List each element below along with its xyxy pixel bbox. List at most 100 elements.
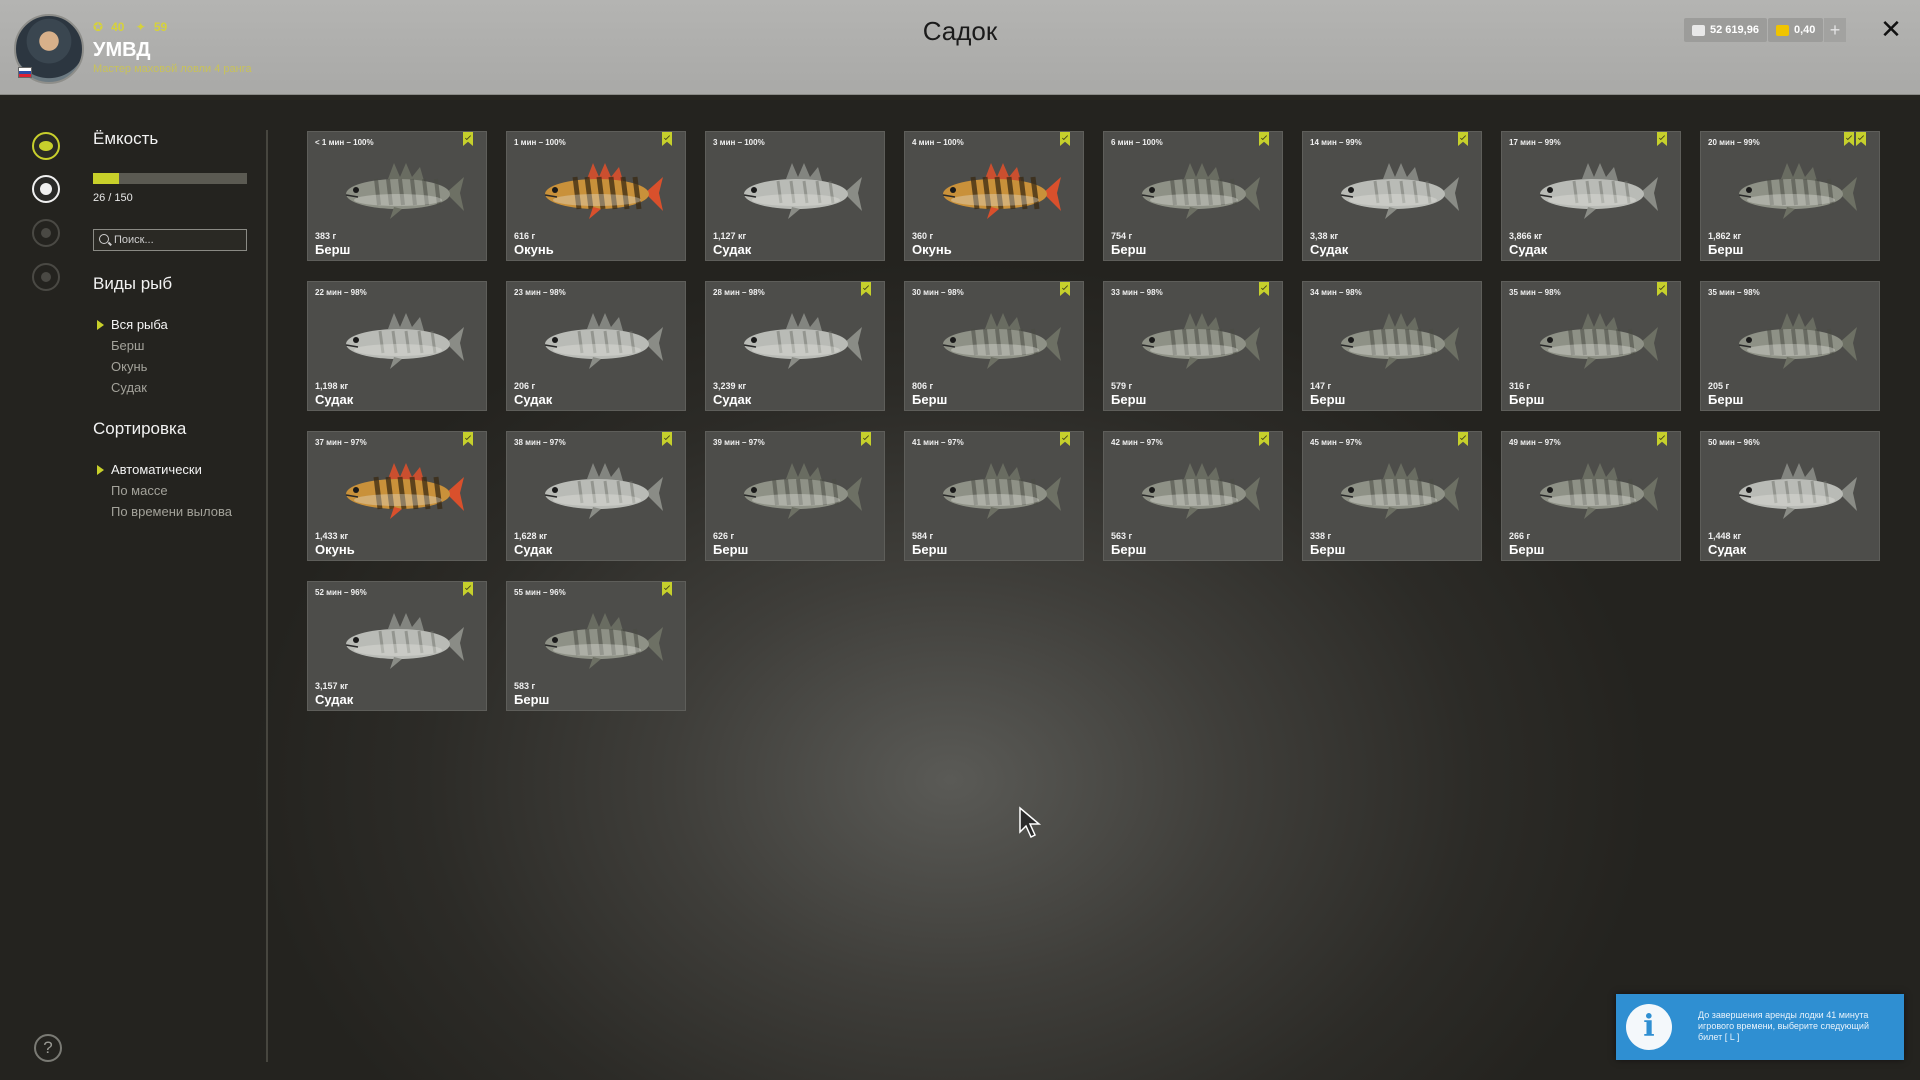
fish-card[interactable]: 14 мин – 99% 3,38 кг Судак (1302, 131, 1482, 261)
bookmark-icon[interactable] (1259, 132, 1269, 146)
fish-species: Берш (1509, 392, 1545, 407)
fish-species: Судак (1708, 542, 1747, 557)
fish-card[interactable]: 38 мин – 97% 1,628 кг Судак (506, 431, 686, 561)
fish-image (1141, 463, 1260, 519)
bookmark-icon[interactable] (662, 432, 672, 446)
search-input[interactable]: Поиск... (93, 229, 247, 251)
bookmark-icon[interactable] (1259, 282, 1269, 296)
fish-weight: 579 г (1111, 381, 1133, 391)
fish-card[interactable]: 49 мин – 97% 266 г Берш (1501, 431, 1681, 561)
catch-time-quality: 14 мин – 99% (1310, 138, 1362, 147)
silver-amount: 52 619,96 (1710, 24, 1759, 36)
fish-card[interactable]: 50 мин – 96% 1,448 кг Судак (1700, 431, 1880, 561)
fish-card[interactable]: 42 мин – 97% 563 г Берш (1103, 431, 1283, 561)
fish-weight: 206 г (514, 381, 536, 391)
bookmark-icon[interactable] (1458, 132, 1468, 146)
fish-weight: 383 г (315, 231, 337, 241)
fish-card[interactable]: 23 мин – 98% 206 г Судак (506, 281, 686, 411)
close-button[interactable]: ✕ (1876, 14, 1906, 44)
bookmark-icon[interactable] (1657, 432, 1667, 446)
bookmark-icon[interactable] (463, 582, 473, 596)
mouse-cursor-icon (1019, 806, 1042, 839)
species-filter-title: Виды рыб (93, 274, 173, 293)
add-currency-button[interactable]: + (1824, 18, 1846, 42)
bookmark-icon[interactable] (861, 432, 871, 446)
fish-image (1141, 163, 1260, 219)
fish-card[interactable]: 28 мин – 98% 3,239 кг Судак (705, 281, 885, 411)
bookmark-icon[interactable] (1060, 432, 1070, 446)
fish-card[interactable]: 34 мин – 98% 147 г Берш (1302, 281, 1482, 411)
fish-weight: 1,448 кг (1708, 531, 1742, 541)
catch-time-quality: 34 мин – 98% (1310, 288, 1362, 297)
catch-time-quality: 37 мин – 97% (315, 438, 367, 447)
fish-card[interactable]: 4 мин – 100% 360 г Окунь (904, 131, 1084, 261)
fish-card[interactable]: 35 мин – 98% 205 г Берш (1700, 281, 1880, 411)
bookmark-icon[interactable] (1856, 132, 1866, 146)
fish-card[interactable]: 45 мин – 97% 338 г Берш (1302, 431, 1482, 561)
help-icon[interactable]: ? (34, 1034, 62, 1062)
fish-image (345, 163, 464, 219)
fish-card[interactable]: 33 мин – 98% 579 г Берш (1103, 281, 1283, 411)
fish-card[interactable]: 3 мин – 100% 1,127 кг Судак (705, 131, 885, 261)
bookmark-icon[interactable] (1060, 132, 1070, 146)
fish-species: Берш (1708, 242, 1744, 257)
fish-icon[interactable] (32, 175, 60, 203)
fish-card[interactable]: 1 мин – 100% 616 г Окунь (506, 131, 686, 261)
fish-card[interactable]: 52 мин – 96% 3,157 кг Судак (307, 581, 487, 711)
bookmark-icon[interactable] (662, 132, 672, 146)
fish-species: Окунь (315, 542, 355, 557)
fish-species: Судак (315, 392, 354, 407)
catch-time-quality: < 1 мин – 100% (315, 138, 374, 147)
sort-by-weight[interactable]: По массе (111, 483, 168, 498)
bookmark-icon[interactable] (1657, 282, 1667, 296)
bookmark-icon[interactable] (463, 432, 473, 446)
flag-icon (18, 67, 32, 78)
sort-auto[interactable]: Автоматически (97, 462, 202, 477)
bookmark-icon[interactable] (1458, 432, 1468, 446)
filter-perch[interactable]: Окунь (111, 359, 147, 374)
sort-by-time[interactable]: По времени вылова (111, 504, 232, 519)
capacity-title: Ёмкость (93, 129, 159, 148)
keepnet-icon[interactable] (32, 132, 60, 160)
fish-card[interactable]: 30 мин – 98% 806 г Берш (904, 281, 1084, 411)
fish-card[interactable]: 35 мин – 98% 316 г Берш (1501, 281, 1681, 411)
fish-card[interactable]: 37 мин – 97% 1,433 кг Окунь (307, 431, 487, 561)
fish-species: Берш (1310, 392, 1346, 407)
catch-time-quality: 23 мин – 98% (514, 288, 566, 297)
fish-card[interactable]: 55 мин – 96% 583 г Берш (506, 581, 686, 711)
fish-image (1340, 313, 1459, 369)
fish-card[interactable]: 6 мин – 100% 754 г Берш (1103, 131, 1283, 261)
search-placeholder: Поиск... (114, 234, 154, 246)
fish-card[interactable]: < 1 мин – 100% 383 г Берш (307, 131, 487, 261)
fish-card[interactable]: 22 мин – 98% 1,198 кг Судак (307, 281, 487, 411)
catch-time-quality: 20 мин – 99% (1708, 138, 1760, 147)
filter-zander[interactable]: Судак (111, 380, 147, 395)
catch-time-quality: 22 мин – 98% (315, 288, 367, 297)
bookmark-icon[interactable] (1844, 132, 1854, 146)
fish-card[interactable]: 20 мин – 99% 1,862 кг Берш (1700, 131, 1880, 261)
fish-image (1738, 163, 1857, 219)
bookmark-icon[interactable] (861, 282, 871, 296)
bookmark-icon[interactable] (463, 132, 473, 146)
fish-image (544, 463, 663, 519)
bookmark-icon[interactable] (662, 582, 672, 596)
filter-all-fish[interactable]: Вся рыба (97, 317, 168, 332)
fish-card[interactable]: 39 мин – 97% 626 г Берш (705, 431, 885, 561)
catch-time-quality: 33 мин – 98% (1111, 288, 1163, 297)
fire-icon[interactable] (32, 219, 60, 247)
trophy-icon[interactable] (32, 263, 60, 291)
catch-time-quality: 1 мин – 100% (514, 138, 566, 147)
notification-toast[interactable]: i До завершения аренды лодки 41 минута и… (1616, 994, 1904, 1060)
filter-bersh[interactable]: Берш (111, 338, 144, 353)
fish-weight: 266 г (1509, 531, 1531, 541)
catch-time-quality: 42 мин – 97% (1111, 438, 1163, 447)
fish-weight: 147 г (1310, 381, 1332, 391)
bookmark-icon[interactable] (1259, 432, 1269, 446)
bookmark-icon[interactable] (1657, 132, 1667, 146)
catch-time-quality: 3 мин – 100% (713, 138, 765, 147)
fish-weight: 806 г (912, 381, 934, 391)
fish-card[interactable]: 41 мин – 97% 584 г Берш (904, 431, 1084, 561)
bookmark-icon[interactable] (1060, 282, 1070, 296)
fish-card[interactable]: 17 мин – 99% 3,866 кг Судак (1501, 131, 1681, 261)
fish-weight: 3,157 кг (315, 681, 349, 691)
